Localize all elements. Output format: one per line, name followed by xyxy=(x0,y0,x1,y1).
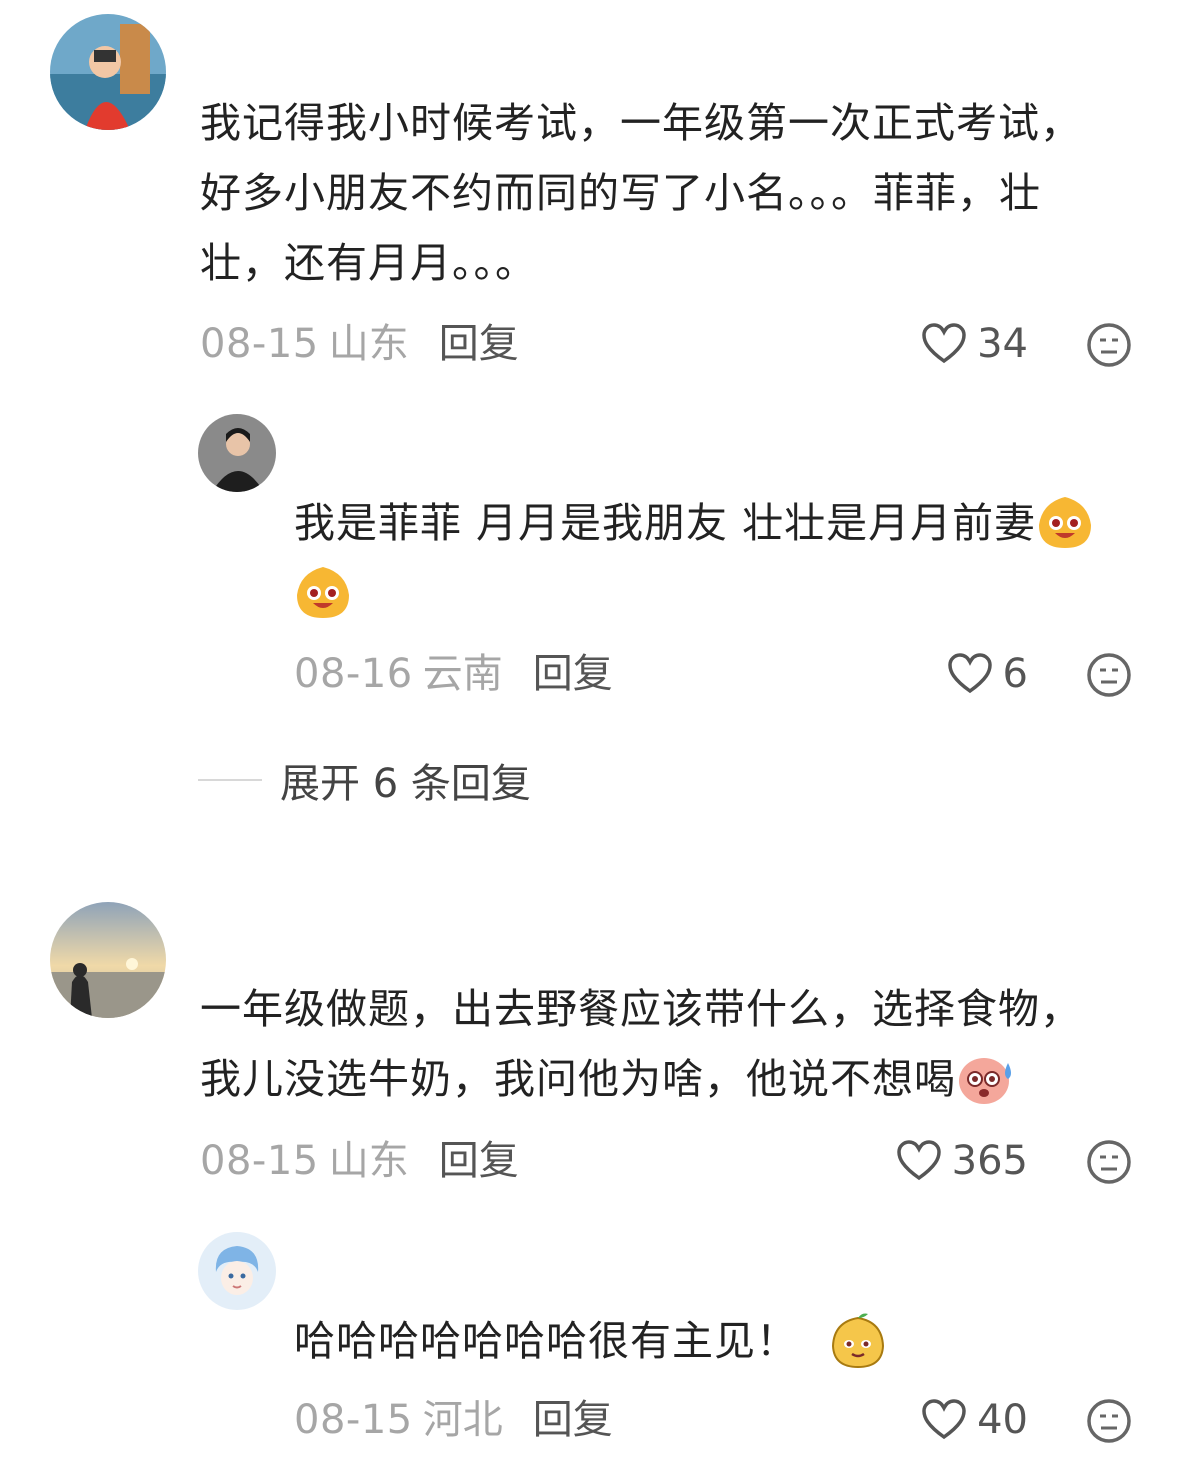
like-button[interactable]: 6 xyxy=(947,644,1028,704)
comment-date: 08-15 xyxy=(200,321,319,367)
user-avatar[interactable] xyxy=(50,14,166,130)
like-count: 365 xyxy=(951,1138,1028,1184)
comment-meta: 08-15 山东 回复 xyxy=(200,314,519,374)
reply-text-line: 哈哈哈哈哈哈哈很有主见！ xyxy=(294,1317,798,1365)
comment-meta: 08-15 山东 回复 xyxy=(200,1131,519,1191)
dislike-face-icon[interactable] xyxy=(1086,1139,1132,1185)
comment-location: 云南 xyxy=(422,651,503,697)
comment-date: 08-15 xyxy=(294,1397,413,1443)
laughing-face-icon xyxy=(1039,497,1092,548)
comment-text-line: 我儿没选牛奶，我问他为啥，他说不想喝 xyxy=(200,1055,956,1103)
like-button[interactable]: 34 xyxy=(921,314,1028,374)
comment-date: 08-15 xyxy=(200,1138,319,1184)
like-button[interactable]: 40 xyxy=(921,1390,1028,1450)
reply-meta: 08-15 河北 回复 xyxy=(294,1390,613,1450)
heart-icon xyxy=(947,653,992,694)
like-button[interactable]: 365 xyxy=(896,1131,1028,1191)
expand-label: 展开 6 条回复 xyxy=(280,761,531,807)
reply-button[interactable]: 回复 xyxy=(439,321,519,367)
divider-line xyxy=(198,779,262,781)
like-count: 40 xyxy=(977,1397,1028,1443)
user-avatar[interactable] xyxy=(50,902,166,1018)
reply-button[interactable]: 回复 xyxy=(439,1138,519,1184)
comment-text-line: 一年级做题，出去野餐应该带什么，选择食物， xyxy=(200,985,1082,1033)
comment-text-line: 我记得我小时候考试，一年级第一次正式考试， xyxy=(200,99,1082,147)
comment-location: 河北 xyxy=(422,1397,503,1443)
dislike-face-icon[interactable] xyxy=(1086,322,1132,368)
reply-meta: 08-16 云南 回复 xyxy=(294,644,613,704)
like-count: 34 xyxy=(977,321,1028,367)
laughing-face-icon xyxy=(297,567,349,618)
user-avatar[interactable] xyxy=(198,1232,276,1310)
dislike-face-icon[interactable] xyxy=(1086,652,1132,698)
reply-button[interactable]: 回复 xyxy=(533,651,613,697)
comment-location: 山东 xyxy=(328,1138,409,1184)
reply-button[interactable]: 回复 xyxy=(533,1397,613,1443)
comment-date: 08-16 xyxy=(294,651,413,697)
comment-text-line: 好多小朋友不约而同的写了小名。。。菲菲，壮 xyxy=(200,169,1041,217)
reply-text-line: 我是菲菲 月月是我朋友 壮壮是月月前妻 xyxy=(294,499,1037,547)
expand-replies-button[interactable]: 展开 6 条回复 xyxy=(198,750,531,810)
heart-icon xyxy=(922,1399,966,1440)
dislike-face-icon[interactable] xyxy=(1086,1398,1132,1444)
heart-icon xyxy=(922,323,966,364)
user-avatar[interactable] xyxy=(198,414,276,492)
comment-location: 山东 xyxy=(328,321,409,367)
like-count: 6 xyxy=(1002,651,1028,697)
heart-icon xyxy=(896,1140,941,1181)
smirk-face-icon xyxy=(831,1313,885,1369)
comment-text-line: 壮，还有月月。。。 xyxy=(200,239,537,287)
sweat-face-icon xyxy=(959,1058,1011,1104)
